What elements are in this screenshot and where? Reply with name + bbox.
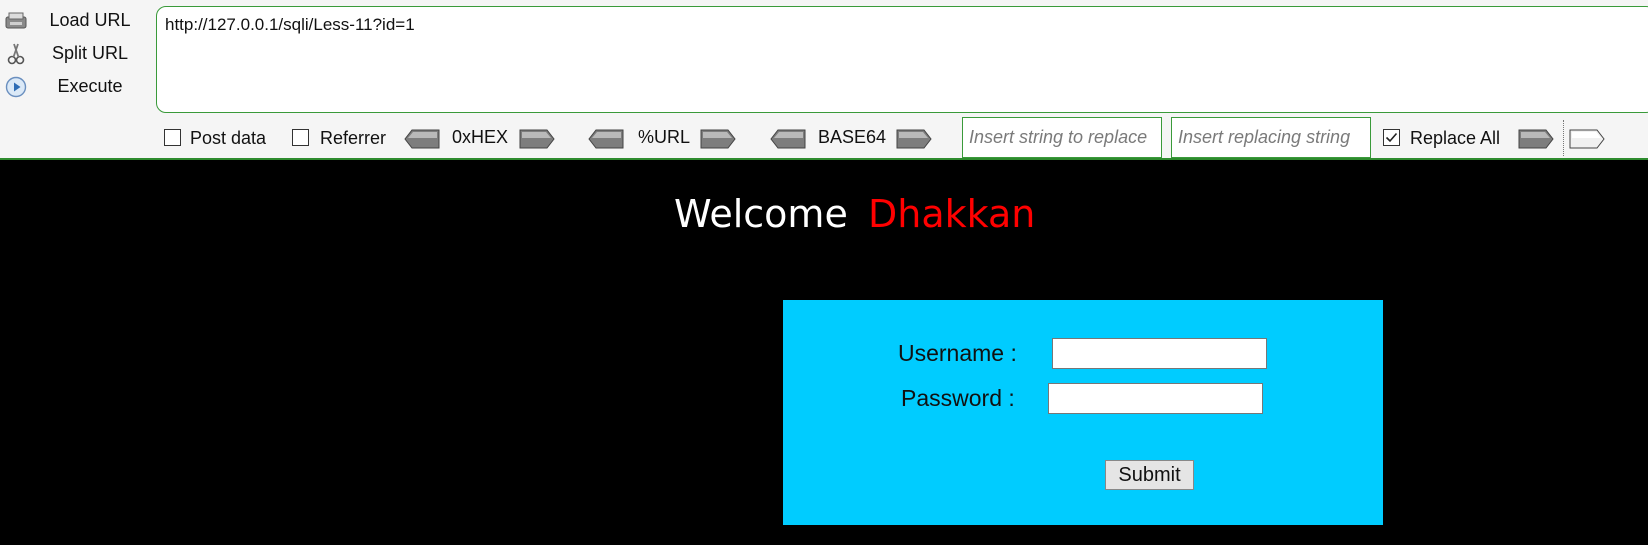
user-name-text: Dhakkan	[868, 192, 1036, 236]
url-encode-label: %URL	[638, 127, 691, 147]
replace-all-checkbox[interactable]	[1383, 129, 1400, 146]
hex-decode-arrow-icon[interactable]	[404, 129, 440, 149]
execute-label: Execute	[57, 75, 123, 96]
url-encode-arrow-icon[interactable]	[700, 129, 736, 149]
load-url-icon	[5, 12, 27, 29]
split-url-button[interactable]: Split URL	[0, 38, 150, 68]
hex-encode-arrow-icon[interactable]	[519, 129, 555, 149]
load-url-label: Load URL	[49, 9, 131, 30]
base64-label: BASE64	[818, 127, 887, 147]
referrer-checkbox[interactable]	[292, 129, 309, 146]
toolbar-divider	[1563, 120, 1564, 156]
post-data-label: Post data	[190, 128, 267, 148]
execute-button[interactable]: Execute	[0, 71, 150, 101]
referrer-label: Referrer	[320, 128, 387, 148]
post-data-checkbox[interactable]	[164, 129, 181, 146]
replace-find-input[interactable]	[962, 117, 1162, 158]
welcome-text: Welcome	[674, 192, 848, 236]
password-label: Password :	[901, 385, 1015, 411]
login-form: Username : Password : Submit	[783, 300, 1383, 525]
base64-encode-arrow-icon[interactable]	[896, 129, 932, 149]
hex-label: 0xHEX	[452, 127, 509, 147]
submit-button[interactable]: Submit	[1105, 460, 1194, 490]
replace-arrow-icon[interactable]	[1518, 129, 1554, 149]
hackbar-toolbar: Load URL Split URL Execute http://127.0.…	[0, 0, 1648, 160]
checkmark-icon	[1385, 132, 1398, 143]
password-input[interactable]	[1048, 383, 1263, 414]
more-arrow-icon[interactable]	[1569, 129, 1605, 149]
load-url-button[interactable]: Load URL	[0, 5, 150, 35]
url-decode-arrow-icon[interactable]	[588, 129, 624, 149]
split-url-label: Split URL	[51, 42, 129, 63]
options-row: Post data Referrer 0xHEX %URL BASE64 Rep…	[0, 120, 1648, 156]
replace-with-input[interactable]	[1171, 117, 1371, 158]
play-icon	[5, 76, 27, 98]
username-input[interactable]	[1052, 338, 1267, 369]
url-textarea[interactable]: http://127.0.0.1/sqli/Less-11?id=1	[156, 6, 1648, 113]
username-label: Username :	[898, 340, 1017, 366]
replace-all-label: Replace All	[1410, 128, 1501, 148]
scissors-icon	[7, 43, 25, 65]
base64-decode-arrow-icon[interactable]	[770, 129, 806, 149]
